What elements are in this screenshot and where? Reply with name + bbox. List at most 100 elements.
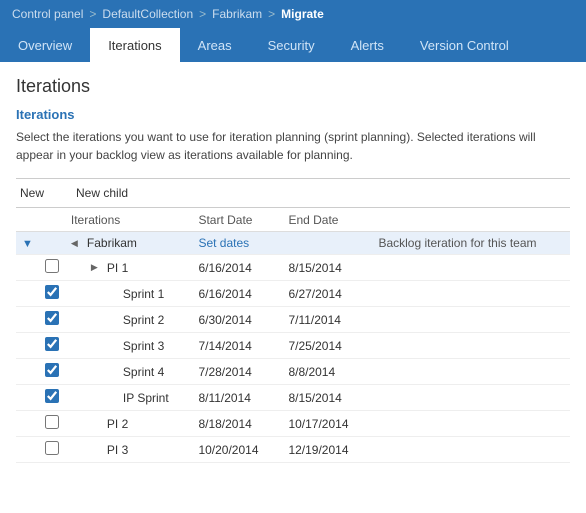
th-check — [39, 208, 65, 232]
fabrikam-end-cell — [282, 232, 372, 255]
table-row-sprint1: Sprint 1 6/16/20146/27/2014 — [16, 281, 570, 307]
th-start-date: Start Date — [192, 208, 282, 232]
end-date-sprint1: 6/27/2014 — [282, 281, 372, 307]
table-row-sprint3: Sprint 3 7/14/20147/25/2014 — [16, 333, 570, 359]
arrow-cell-ip-sprint — [16, 385, 39, 411]
row-name-sprint1: Sprint 1 — [123, 287, 164, 301]
start-date-pi3: 10/20/2014 — [192, 437, 282, 463]
row-name-sprint2: Sprint 2 — [123, 313, 164, 327]
set-dates-link[interactable]: Set dates — [198, 236, 249, 250]
start-date-sprint2: 6/30/2014 — [192, 307, 282, 333]
fabrikam-set-dates-cell: Set dates — [192, 232, 282, 255]
new-button[interactable]: New — [16, 184, 48, 202]
check-cell-pi2 — [39, 411, 65, 437]
backlog-cell-sprint2 — [372, 307, 570, 333]
tab-version-control[interactable]: Version Control — [402, 28, 527, 62]
table-row-sprint4: Sprint 47/28/20148/8/2014 — [16, 359, 570, 385]
section-title: Iterations — [16, 107, 570, 122]
arrow-cell-sprint2 — [16, 307, 39, 333]
fabrikam-name-cell: ◀ Fabrikam — [65, 232, 193, 255]
tab-iterations[interactable]: Iterations — [90, 28, 179, 62]
tab-security[interactable]: Security — [250, 28, 333, 62]
check-cell-sprint4 — [39, 359, 65, 385]
start-date-pi2: 8/18/2014 — [192, 411, 282, 437]
name-cell-pi1: ▶ PI 1 — [65, 255, 193, 281]
arrow-cell-sprint3 — [16, 333, 39, 359]
description: Select the iterations you want to use fo… — [16, 128, 556, 164]
table-row-sprint2: Sprint 2 6/30/20147/11/2014 — [16, 307, 570, 333]
breadcrumb-control-panel[interactable]: Control panel — [12, 7, 83, 21]
checkbox-pi2[interactable] — [45, 415, 59, 429]
start-date-sprint1: 6/16/2014 — [192, 281, 282, 307]
checkbox-sprint4[interactable] — [45, 363, 59, 377]
name-cell-sprint2: Sprint 2 — [65, 307, 193, 333]
arrow-cell-pi1 — [16, 255, 39, 281]
arrow-cell-sprint1 — [16, 281, 39, 307]
tab-bar: Overview Iterations Areas Security Alert… — [0, 28, 586, 62]
table-header-row: Iterations Start Date End Date — [16, 208, 570, 232]
backlog-cell-pi2 — [372, 411, 570, 437]
checkbox-sprint2[interactable] — [45, 311, 59, 325]
backlog-cell-sprint3 — [372, 333, 570, 359]
breadcrumb-project[interactable]: Fabrikam — [212, 7, 262, 21]
start-date-ip-sprint: 8/11/2014 — [192, 385, 282, 411]
th-iterations: Iterations — [65, 208, 193, 232]
start-date-sprint4: 7/28/2014 — [192, 359, 282, 385]
page-content: Iterations Iterations Select the iterati… — [0, 62, 586, 463]
tab-overview[interactable]: Overview — [0, 28, 90, 62]
end-date-ip-sprint: 8/15/2014 — [282, 385, 372, 411]
check-cell-pi1 — [39, 255, 65, 281]
fabrikam-name: Fabrikam — [87, 236, 137, 250]
tab-alerts[interactable]: Alerts — [333, 28, 402, 62]
fabrikam-collapse-icon: ◀ — [71, 238, 83, 249]
new-child-button[interactable]: New child — [72, 184, 132, 202]
breadcrumb-sep1: > — [89, 7, 96, 21]
table-row-pi3: PI 310/20/201412/19/2014 — [16, 437, 570, 463]
fabrikam-arrow-cell: ▼ — [16, 232, 39, 255]
name-cell-ip-sprint: IP Sprint — [65, 385, 193, 411]
end-date-sprint4: 8/8/2014 — [282, 359, 372, 385]
end-date-sprint2: 7/11/2014 — [282, 307, 372, 333]
checkbox-sprint1[interactable] — [45, 285, 59, 299]
breadcrumb-sep3: > — [268, 7, 275, 21]
table-row-pi2: PI 28/18/201410/17/2014 — [16, 411, 570, 437]
backlog-cell-pi3 — [372, 437, 570, 463]
fabrikam-expand-arrow[interactable]: ▼ — [22, 238, 33, 250]
tab-areas[interactable]: Areas — [180, 28, 250, 62]
th-end-date: End Date — [282, 208, 372, 232]
collapse-icon-pi1[interactable]: ▶ — [91, 262, 103, 273]
arrow-cell-sprint4 — [16, 359, 39, 385]
page-title: Iterations — [16, 76, 570, 97]
name-cell-sprint1: Sprint 1 — [65, 281, 193, 307]
end-date-pi3: 12/19/2014 — [282, 437, 372, 463]
row-name-sprint3: Sprint 3 — [123, 339, 164, 353]
table-row-pi1: ▶PI 16/16/20148/15/2014 — [16, 255, 570, 281]
backlog-cell-sprint4 — [372, 359, 570, 385]
checkbox-sprint3[interactable] — [45, 337, 59, 351]
checkbox-ip-sprint[interactable] — [45, 389, 59, 403]
breadcrumb-current: Migrate — [281, 7, 324, 21]
table-row-fabrikam: ▼ ◀ Fabrikam Set dates Backlog iteration… — [16, 232, 570, 255]
row-name-ip-sprint: IP Sprint — [123, 391, 169, 405]
backlog-iteration-label: Backlog iteration for this team — [372, 232, 570, 255]
backlog-cell-pi1 — [372, 255, 570, 281]
backlog-cell-ip-sprint — [372, 385, 570, 411]
arrow-cell-pi3 — [16, 437, 39, 463]
name-cell-pi2: PI 2 — [65, 411, 193, 437]
end-date-pi1: 8/15/2014 — [282, 255, 372, 281]
end-date-sprint3: 7/25/2014 — [282, 333, 372, 359]
start-date-sprint3: 7/14/2014 — [192, 333, 282, 359]
toolbar: New New child — [16, 178, 570, 208]
checkbox-pi3[interactable] — [45, 441, 59, 455]
arrow-cell-pi2 — [16, 411, 39, 437]
fabrikam-check-cell — [39, 232, 65, 255]
table-row-ip-sprint: IP Sprint 8/11/20148/15/2014 — [16, 385, 570, 411]
end-date-pi2: 10/17/2014 — [282, 411, 372, 437]
check-cell-sprint2 — [39, 307, 65, 333]
iterations-table: Iterations Start Date End Date ▼ ◀ Fabri… — [16, 208, 570, 463]
breadcrumb-collection[interactable]: DefaultCollection — [102, 7, 193, 21]
name-cell-pi3: PI 3 — [65, 437, 193, 463]
row-name-pi1: PI 1 — [107, 261, 128, 275]
checkbox-pi1[interactable] — [45, 259, 59, 273]
check-cell-sprint1 — [39, 281, 65, 307]
